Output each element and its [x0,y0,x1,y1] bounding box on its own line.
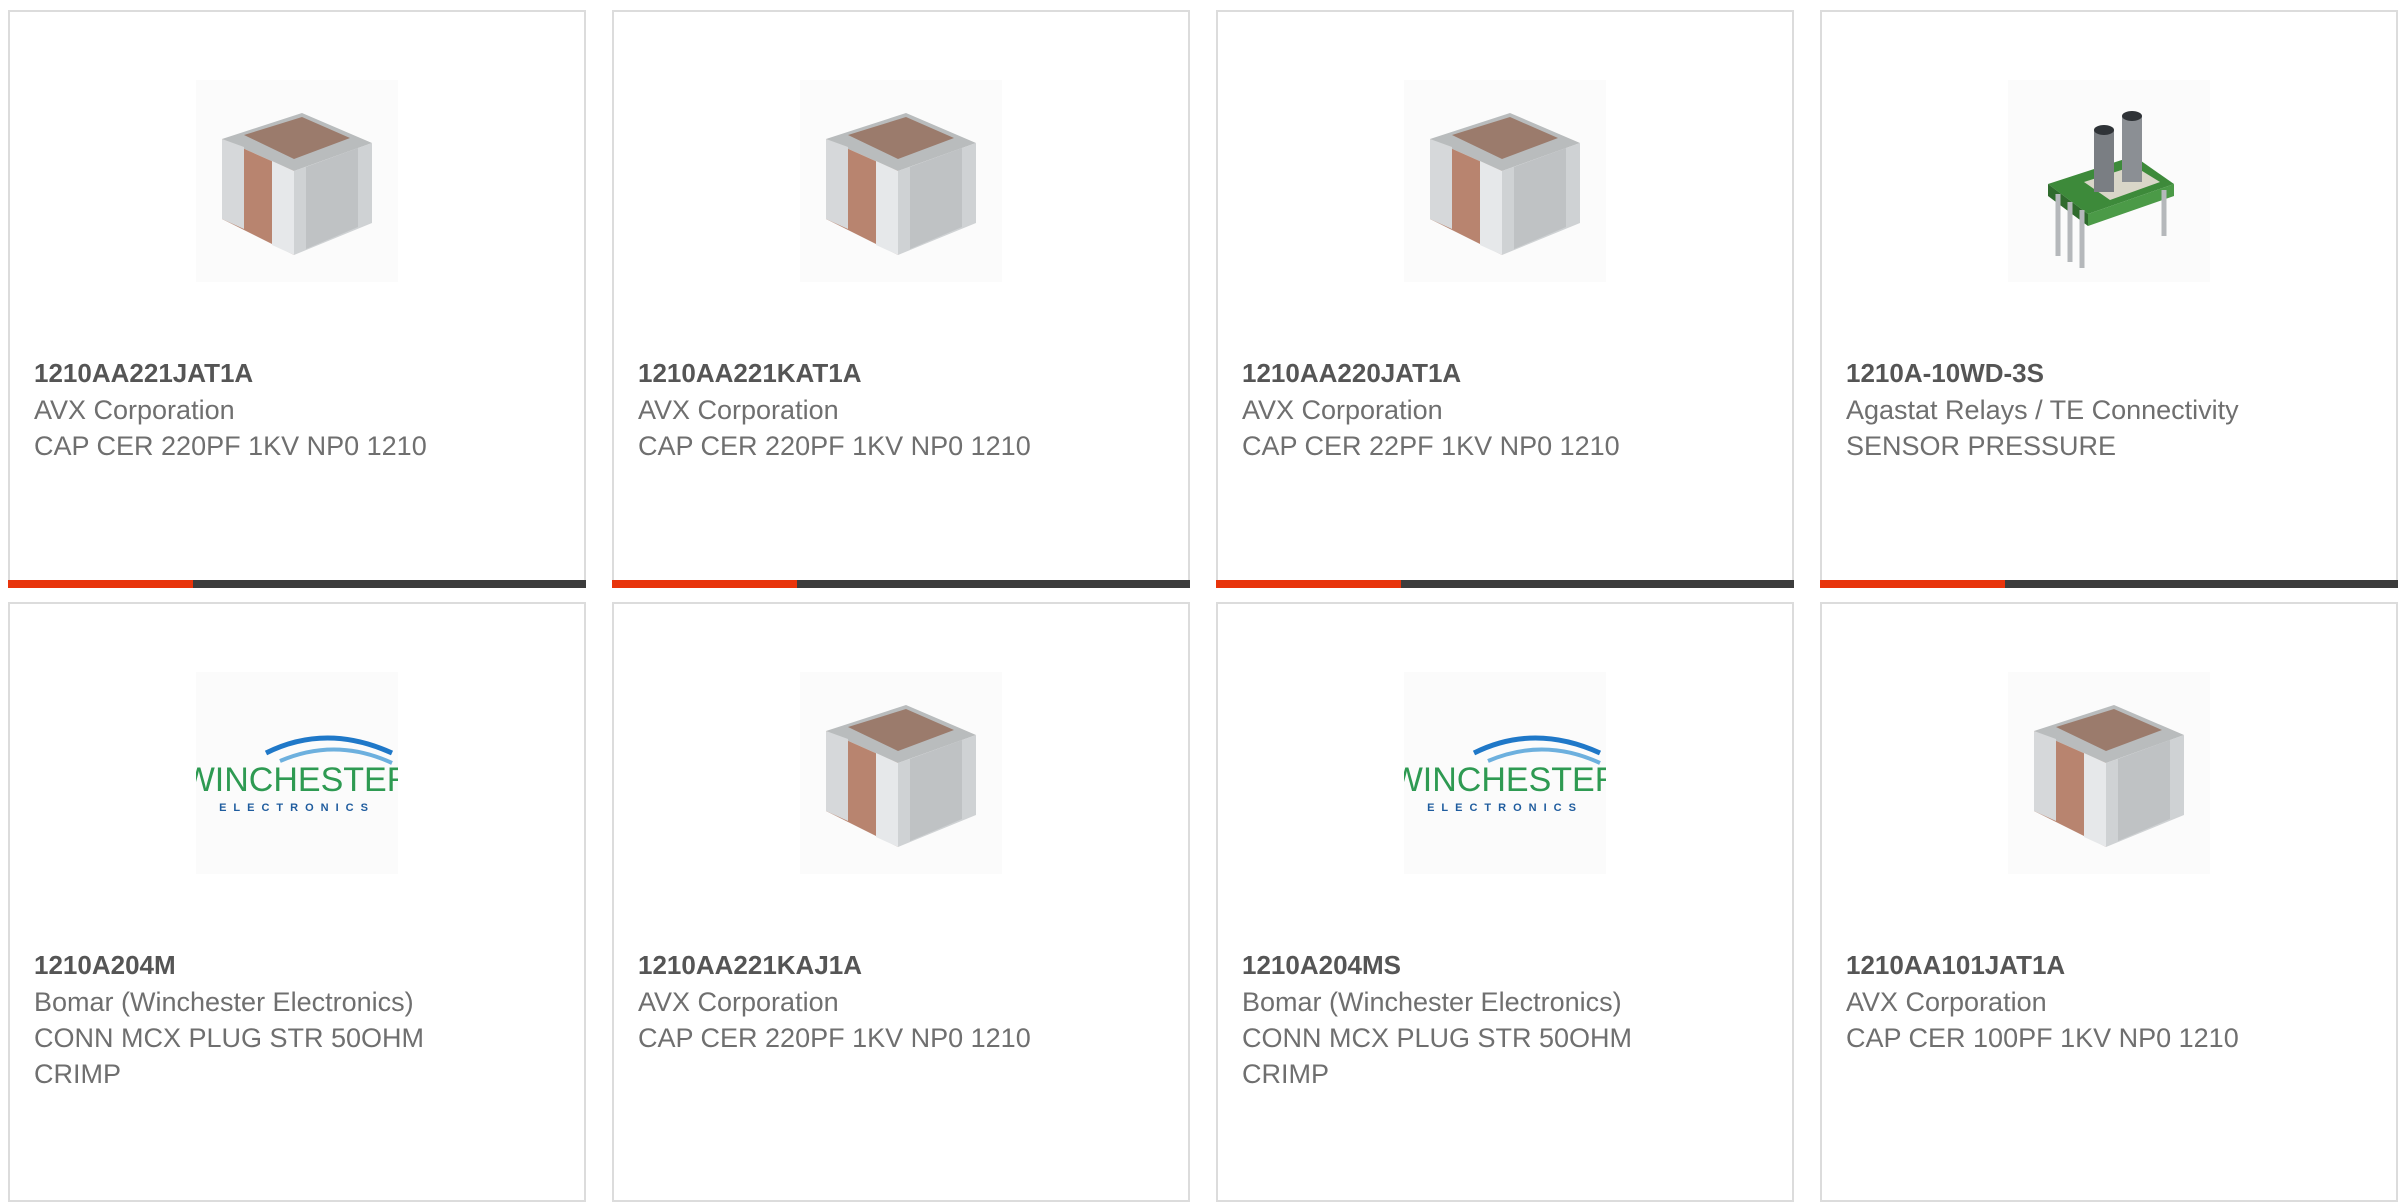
product-grid: 1210AA221JAT1A AVX Corporation CAP CER 2… [8,10,2400,1202]
product-description: CAP CER 220PF 1KV NP0 1210 [34,431,427,461]
product-description: CAP CER 100PF 1KV NP0 1210 [1846,1023,2239,1053]
manufacturer-name: AVX Corporation [1242,395,1443,425]
pressure-sensor-image [2008,80,2210,282]
product-card[interactable]: 1210A-10WD-3S Agastat Relays / TE Connec… [1820,10,2398,588]
part-number[interactable]: 1210A204MS [1242,946,1768,984]
progress-bar [8,580,586,588]
part-number[interactable]: 1210AA221KAJ1A [638,946,1164,984]
manufacturer-name: Bomar (Winchester Electronics) [1242,987,1622,1017]
product-description: SENSOR PRESSURE [1846,431,2117,461]
ceramic-capacitor-image [800,672,1002,874]
product-card[interactable]: 1210AA221KAT1A AVX Corporation CAP CER 2… [612,10,1190,588]
winchester-logo: WINCHESTER ELECTRONICS [196,672,398,874]
product-description: CAP CER 220PF 1KV NP0 1210 [638,1023,1031,1053]
ceramic-capacitor-image [2008,672,2210,874]
product-card[interactable]: 1210AA101JAT1A AVX Corporation CAP CER 1… [1820,602,2398,1202]
progress-bar [1820,580,2398,588]
part-number[interactable]: 1210AA221KAT1A [638,354,1164,392]
logo-text: WINCHESTER [1404,761,1606,799]
logo-subtext: ELECTRONICS [1427,802,1583,814]
manufacturer-name: AVX Corporation [638,395,839,425]
manufacturer-name: AVX Corporation [34,395,235,425]
product-card[interactable]: 1210AA220JAT1A AVX Corporation CAP CER 2… [1216,10,1794,588]
product-description: CAP CER 220PF 1KV NP0 1210 [638,431,1031,461]
manufacturer-name: Agastat Relays / TE Connectivity [1846,395,2239,425]
logo-subtext: ELECTRONICS [219,802,375,814]
manufacturer-name: AVX Corporation [638,987,839,1017]
part-number[interactable]: 1210AA101JAT1A [1846,946,2372,984]
progress-bar [612,580,1190,588]
manufacturer-name: Bomar (Winchester Electronics) [34,987,414,1017]
product-description: CONN MCX PLUG STR 50OHM CRIMP [1242,1023,1633,1089]
progress-bar-fill [1216,580,1401,588]
product-description: CAP CER 22PF 1KV NP0 1210 [1242,431,1620,461]
product-description: CONN MCX PLUG STR 50OHM CRIMP [34,1023,425,1089]
part-number[interactable]: 1210A204M [34,946,560,984]
product-card[interactable]: 1210AA221JAT1A AVX Corporation CAP CER 2… [8,10,586,588]
ceramic-capacitor-image [196,80,398,282]
progress-bar-fill [1820,580,2005,588]
progress-bar-fill [8,580,193,588]
manufacturer-name: AVX Corporation [1846,987,2047,1017]
ceramic-capacitor-image [800,80,1002,282]
product-card[interactable]: WINCHESTER ELECTRONICS 1210A204MS Bomar … [1216,602,1794,1202]
product-card[interactable]: WINCHESTER ELECTRONICS 1210A204M Bomar (… [8,602,586,1202]
part-number[interactable]: 1210A-10WD-3S [1846,354,2372,392]
ceramic-capacitor-image [1404,80,1606,282]
part-number[interactable]: 1210AA221JAT1A [34,354,560,392]
winchester-logo: WINCHESTER ELECTRONICS [1404,672,1606,874]
progress-bar-fill [612,580,797,588]
logo-text: WINCHESTER [196,761,398,799]
part-number[interactable]: 1210AA220JAT1A [1242,354,1768,392]
product-card[interactable]: 1210AA221KAJ1A AVX Corporation CAP CER 2… [612,602,1190,1202]
progress-bar [1216,580,1794,588]
